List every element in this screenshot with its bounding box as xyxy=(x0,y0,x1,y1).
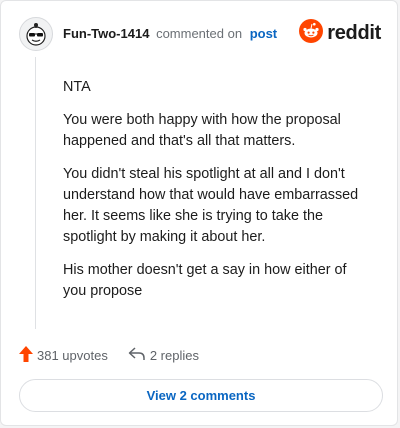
username[interactable]: Fun-Two-1414 xyxy=(63,26,149,41)
comment-paragraph: You didn't steal his spotlight at all an… xyxy=(63,166,359,245)
replies-button[interactable]: 2 replies xyxy=(128,346,199,364)
action-text: commented on xyxy=(156,26,243,41)
comment-paragraph: You were both happy with how the proposa… xyxy=(63,112,341,149)
post-link[interactable]: post xyxy=(250,26,277,41)
brand-name: reddit xyxy=(327,22,381,44)
reddit-logo-icon xyxy=(299,19,324,48)
comment-paragraph: His mother doesn't get a say in how eith… xyxy=(63,262,347,299)
user-avatar-icon[interactable] xyxy=(19,17,53,51)
comment-meta: Fun-Two-1414 commented on post xyxy=(63,26,277,42)
upvote-arrow-icon xyxy=(19,345,33,365)
comment-footer: 381 upvotes 2 replies xyxy=(19,345,219,365)
reply-arrow-icon xyxy=(128,346,146,364)
reply-count: 2 replies xyxy=(149,347,199,363)
comment-body: NTA You were both happy with how the pro… xyxy=(63,77,363,314)
comment-paragraph: NTA xyxy=(63,79,91,95)
thread-line xyxy=(35,57,36,329)
comment-header: Fun-Two-1414 commented on post xyxy=(19,15,277,53)
view-comments-button[interactable]: View 2 comments xyxy=(19,379,383,412)
upvote-button[interactable]: 381 upvotes xyxy=(19,345,108,365)
upvote-count: 381 upvotes xyxy=(37,347,108,363)
comment-card: Fun-Two-1414 commented on post reddit NT… xyxy=(0,0,398,426)
reddit-brand[interactable]: reddit xyxy=(299,19,381,48)
